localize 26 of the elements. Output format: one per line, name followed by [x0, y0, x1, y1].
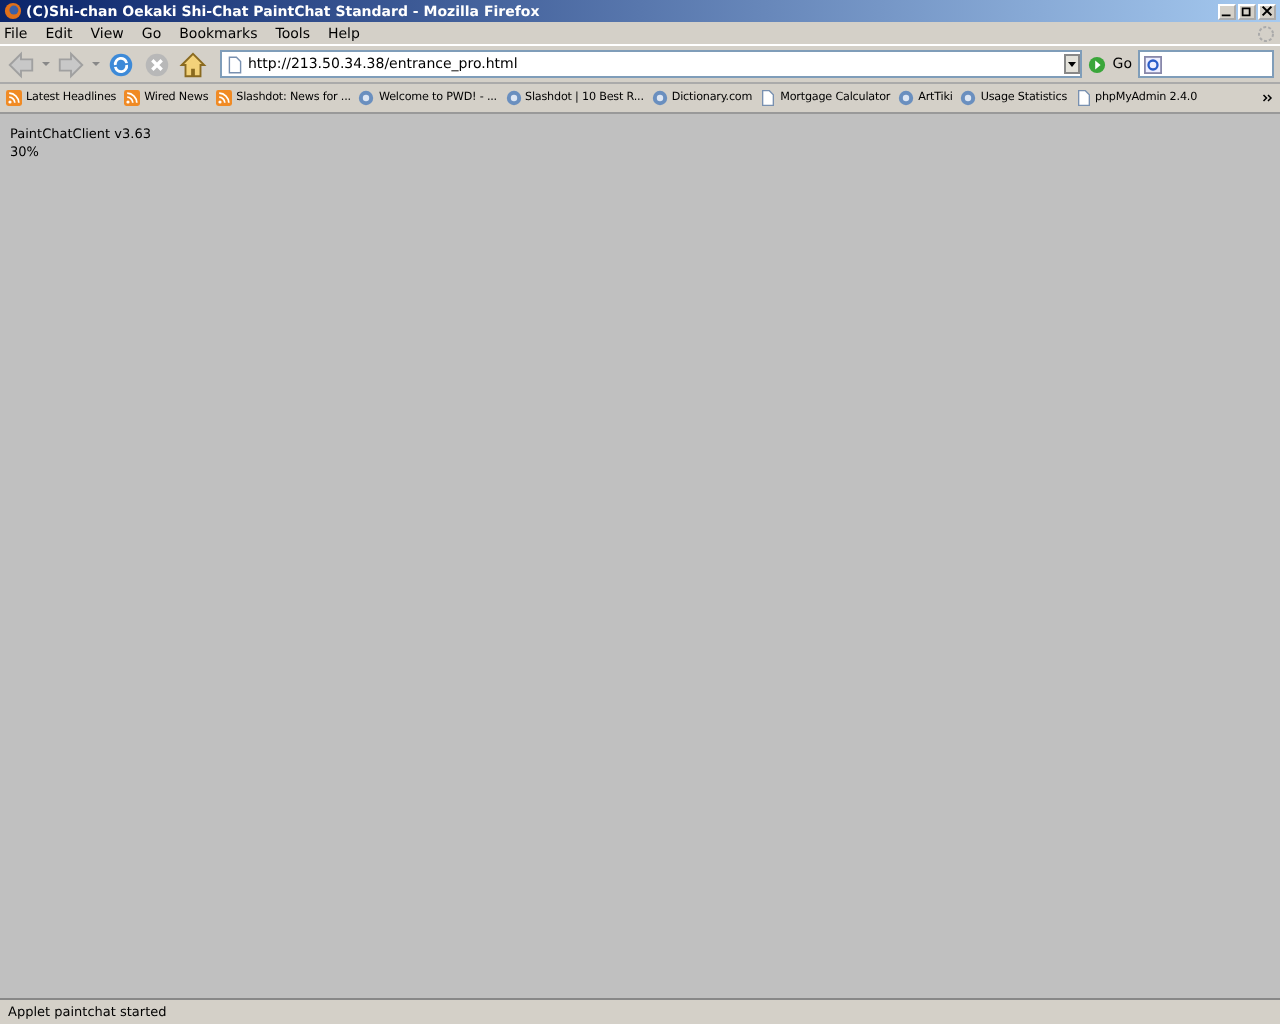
- site-icon: [651, 90, 668, 106]
- site-icon: [358, 90, 375, 106]
- stop-icon[interactable]: [142, 49, 172, 79]
- close-icon: [1260, 4, 1274, 18]
- browser-icon: [4, 2, 22, 20]
- close-button[interactable]: [1258, 3, 1276, 19]
- search-engine-icon: [1144, 55, 1162, 73]
- page-icon: [1075, 90, 1092, 106]
- dropdown-caret-icon[interactable]: [42, 60, 50, 68]
- page-icon: [228, 55, 242, 73]
- maximize-button[interactable]: [1238, 3, 1256, 19]
- reload-icon[interactable]: [106, 49, 136, 79]
- feed-icon: [216, 90, 233, 106]
- feed-icon: [124, 90, 141, 106]
- site-icon: [898, 90, 915, 106]
- minimize-button[interactable]: [1218, 3, 1236, 19]
- home-icon[interactable]: [178, 49, 208, 79]
- more-chevron-icon[interactable]: [1262, 92, 1274, 104]
- restore-icon: [1240, 4, 1254, 18]
- page-icon: [760, 90, 777, 106]
- throbber-icon: [1256, 23, 1276, 43]
- site-icon: [505, 90, 521, 106]
- dropdown-caret-icon[interactable]: [92, 60, 100, 68]
- site-icon: [960, 90, 977, 106]
- feed-icon: [6, 90, 22, 106]
- search-field[interactable]: [1138, 50, 1274, 78]
